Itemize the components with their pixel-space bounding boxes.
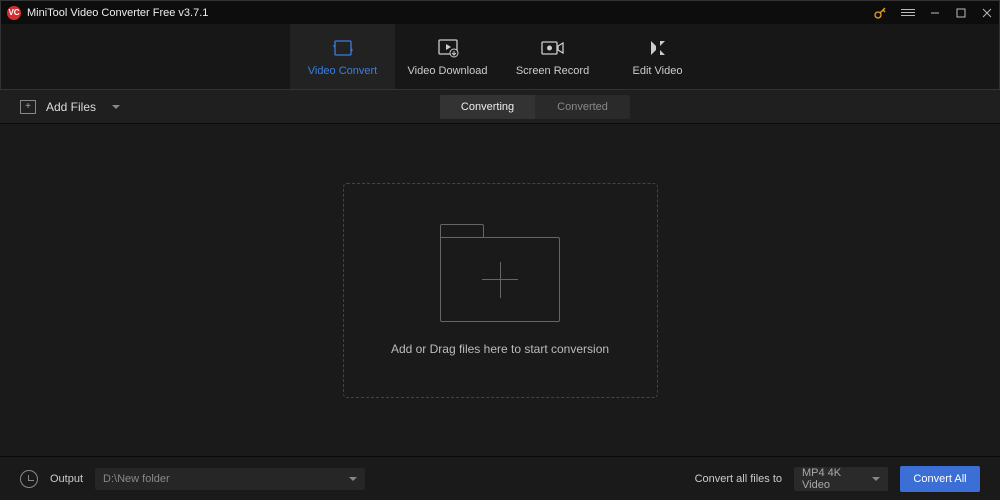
history-icon[interactable]	[20, 470, 38, 488]
add-files-button[interactable]: + Add Files	[20, 100, 120, 114]
sub-tabs: Converting Converted	[440, 95, 630, 119]
add-files-icon: +	[20, 100, 36, 114]
drop-zone-text: Add or Drag files here to start conversi…	[391, 342, 609, 356]
chevron-down-icon	[349, 477, 357, 481]
tab-edit-video[interactable]: Edit Video	[605, 24, 710, 89]
subtab-converted[interactable]: Converted	[535, 95, 630, 119]
tab-label: Edit Video	[633, 65, 683, 77]
convert-all-label: Convert all files to	[695, 473, 782, 485]
record-icon	[541, 37, 565, 59]
convert-all-button[interactable]: Convert All	[900, 466, 980, 492]
app-logo-icon: VC	[7, 6, 21, 20]
drop-zone[interactable]: Add or Drag files here to start conversi…	[343, 183, 658, 398]
output-path-text: D:\New folder	[103, 473, 170, 485]
edit-icon	[648, 37, 668, 59]
menu-icon[interactable]	[901, 9, 915, 16]
format-select[interactable]: MP4 4K Video	[794, 467, 888, 491]
maximize-button[interactable]	[955, 7, 967, 19]
chevron-down-icon	[112, 105, 120, 109]
convert-icon	[332, 37, 354, 59]
key-icon[interactable]	[873, 6, 887, 20]
main-area: Add or Drag files here to start conversi…	[0, 124, 1000, 456]
window-title: MiniTool Video Converter Free v3.7.1	[27, 7, 873, 19]
toolbar: + Add Files Converting Converted	[0, 90, 1000, 124]
output-label: Output	[50, 473, 83, 485]
tab-label: Video Convert	[308, 65, 378, 77]
tab-video-convert[interactable]: Video Convert	[290, 24, 395, 89]
subtab-converting[interactable]: Converting	[440, 95, 535, 119]
minimize-button[interactable]	[929, 7, 941, 19]
tab-screen-record[interactable]: Screen Record	[500, 24, 605, 89]
tab-label: Screen Record	[516, 65, 589, 77]
format-text: MP4 4K Video	[802, 467, 872, 491]
tab-video-download[interactable]: Video Download	[395, 24, 500, 89]
add-files-label: Add Files	[46, 100, 96, 114]
bottom-bar: Output D:\New folder Convert all files t…	[0, 456, 1000, 500]
output-path-select[interactable]: D:\New folder	[95, 468, 365, 490]
chevron-down-icon	[872, 477, 880, 481]
main-tabs: Video Convert Video Download Screen Reco…	[0, 24, 1000, 90]
download-icon	[437, 37, 459, 59]
close-button[interactable]	[981, 7, 993, 19]
tab-label: Video Download	[408, 65, 488, 77]
title-bar: VC MiniTool Video Converter Free v3.7.1	[0, 0, 1000, 24]
folder-plus-icon	[440, 224, 560, 322]
